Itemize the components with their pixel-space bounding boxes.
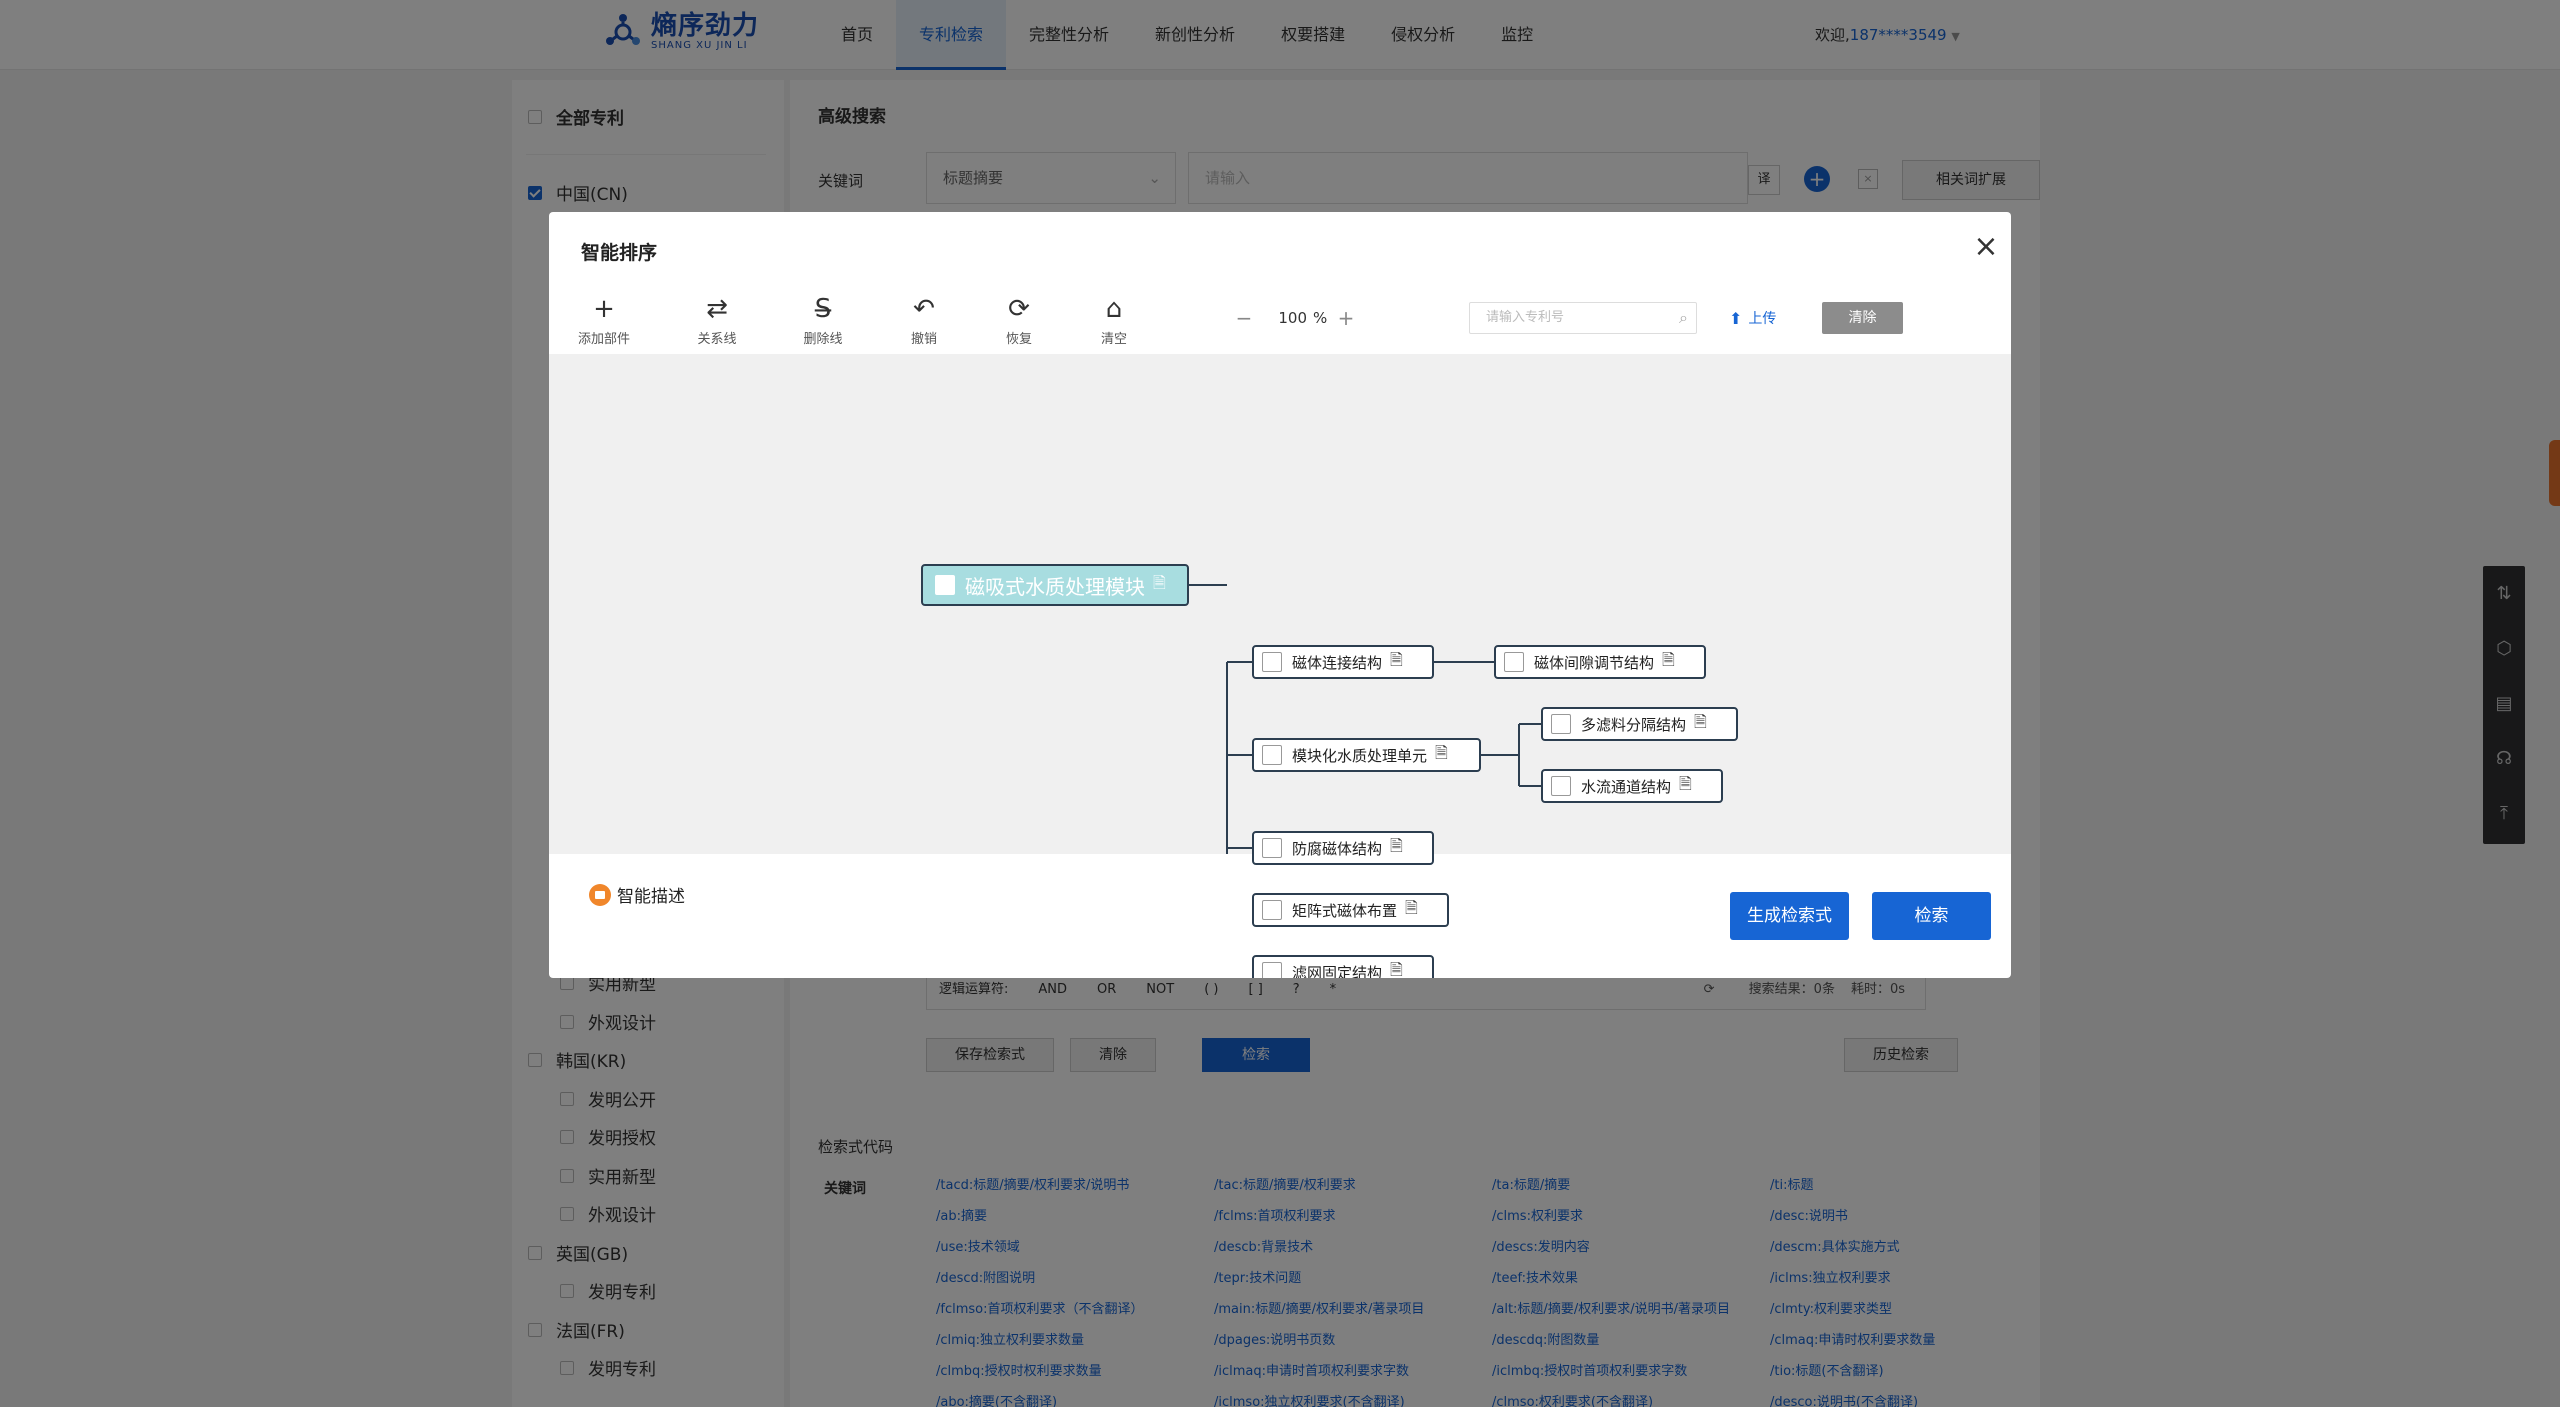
relation-line-icon: ⇄	[706, 294, 728, 324]
zoom-in-button[interactable]: +	[1331, 306, 1361, 330]
search-icon[interactable]: ⌕	[1679, 303, 1688, 333]
zoom-out-button[interactable]: −	[1229, 306, 1259, 330]
document-icon[interactable]: 🗎	[1662, 649, 1675, 676]
document-icon[interactable]: 🗎	[1679, 773, 1692, 800]
mindmap-canvas[interactable]: 磁吸式水质处理模块 🗎 磁体连接结构 🗎 磁体间隙调节结构 🗎 模块化水质处理单元 🗎 多滤料分…	[549, 354, 2011, 978]
document-icon[interactable]: 🗎	[1390, 835, 1403, 862]
mindmap-node[interactable]: 防腐磁体结构 🗎	[1252, 831, 1434, 865]
generate-query-button[interactable]: 生成检索式	[1730, 892, 1849, 940]
mindmap-root-node[interactable]: 磁吸式水质处理模块 🗎	[921, 564, 1189, 606]
zoom-unit: %	[1313, 309, 1328, 327]
document-icon[interactable]: 🗎	[1435, 742, 1448, 769]
tool-clear-all[interactable]: ⌂ 清空	[1079, 294, 1149, 347]
search-button[interactable]: 检索	[1872, 892, 1991, 940]
mindmap-node[interactable]: 模块化水质处理单元 🗎	[1252, 738, 1481, 772]
zoom-control: − 100 % +	[1229, 306, 1361, 330]
add-icon: +	[593, 294, 615, 324]
checkbox[interactable]	[935, 575, 955, 595]
tool-add-component[interactable]: + 添加部件	[569, 294, 639, 347]
mindmap-node[interactable]: 磁体连接结构 🗎	[1252, 645, 1434, 679]
undo-icon: ↶	[913, 294, 935, 324]
document-icon[interactable]: 🗎	[1153, 572, 1166, 599]
smart-description-icon	[589, 883, 611, 906]
tool-relation-line[interactable]: ⇄ 关系线	[682, 294, 752, 347]
clear-icon: ⌂	[1105, 294, 1123, 324]
mindmap-node[interactable]: 多滤料分隔结构 🗎	[1541, 707, 1738, 741]
clear-button[interactable]: 清除	[1822, 302, 1903, 334]
upload-icon: ⬆	[1729, 308, 1743, 328]
delete-line-icon: S̶	[814, 294, 832, 324]
checkbox[interactable]	[1262, 652, 1282, 672]
tool-delete-line[interactable]: S̶ 删除线	[788, 294, 858, 347]
mindmap-node[interactable]: 滤网固定结构 🗎	[1252, 955, 1434, 978]
document-icon[interactable]: 🗎	[1405, 897, 1418, 924]
checkbox[interactable]	[1262, 900, 1282, 920]
tool-restore[interactable]: ⟳ 恢复	[984, 294, 1054, 347]
document-icon[interactable]: 🗎	[1390, 649, 1403, 676]
checkbox[interactable]	[1262, 745, 1282, 765]
zoom-level: 100	[1278, 309, 1307, 327]
patent-number-input[interactable]: 请输入专利号 ⌕	[1469, 302, 1697, 334]
dialog-title: 智能排序	[581, 242, 658, 264]
mindmap-node[interactable]: 水流通道结构 🗎	[1541, 769, 1723, 803]
page: 熵序劲力 SHANG XU JIN LI 首页 专利检索 完整性分析 新创性分析…	[0, 0, 2560, 1407]
close-icon[interactable]: ×	[1969, 230, 2003, 264]
checkbox[interactable]	[1262, 838, 1282, 858]
restore-icon: ⟳	[1008, 294, 1030, 324]
checkbox[interactable]	[1551, 714, 1571, 734]
document-icon[interactable]: 🗎	[1694, 711, 1707, 738]
mindmap-node[interactable]: 矩阵式磁体布置 🗎	[1252, 893, 1449, 927]
smart-sort-dialog: 智能排序 × + 添加部件 ⇄ 关系线 S̶ 删除线 ↶ 撤销 ⟳ 恢复 ⌂ 清…	[549, 212, 2011, 978]
mindmap-node[interactable]: 磁体间隙调节结构 🗎	[1494, 645, 1706, 679]
smart-description[interactable]: 智能描述	[589, 882, 685, 907]
mindmap-connectors	[1189, 584, 1541, 854]
checkbox[interactable]	[1504, 652, 1524, 672]
checkbox[interactable]	[1262, 962, 1282, 978]
tool-undo[interactable]: ↶ 撤销	[889, 294, 959, 347]
checkbox[interactable]	[1551, 776, 1571, 796]
upload-button[interactable]: ⬆ 上传	[1729, 308, 1776, 328]
document-icon[interactable]: 🗎	[1390, 959, 1403, 979]
